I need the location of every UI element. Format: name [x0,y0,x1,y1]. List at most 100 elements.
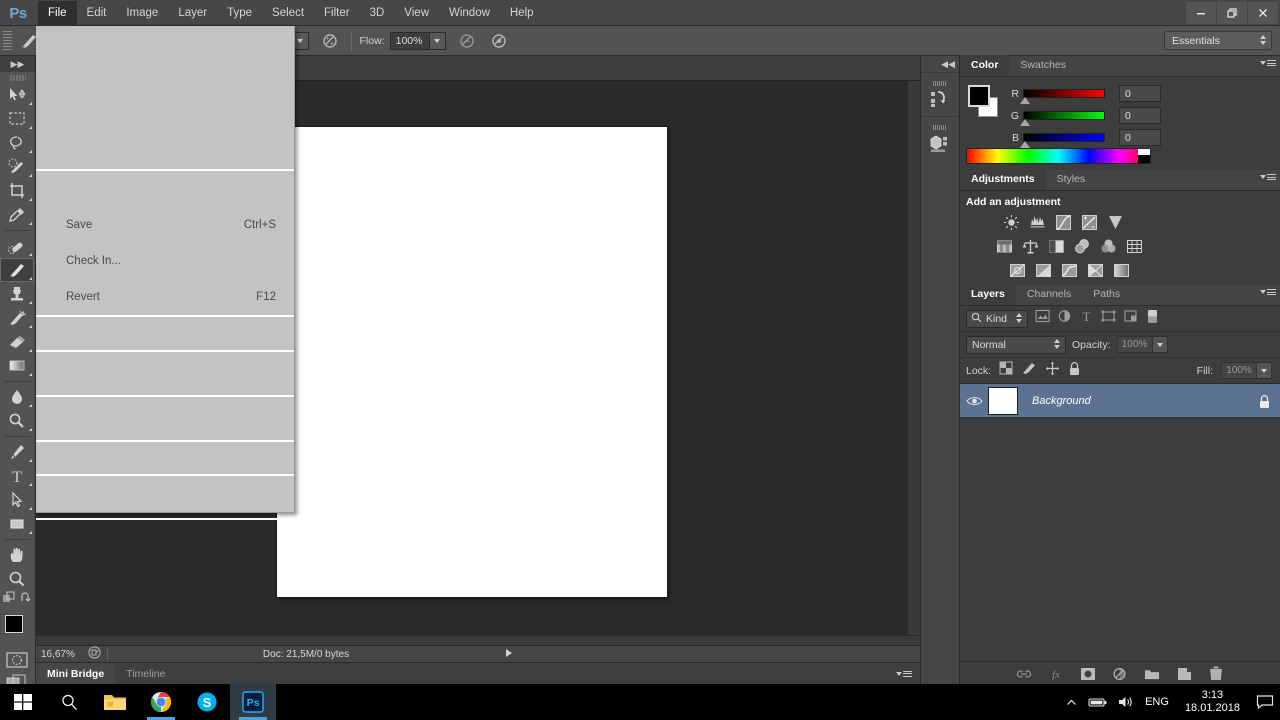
close-button[interactable] [1248,2,1278,24]
pen-tool[interactable] [0,440,34,464]
flow-value[interactable]: 100% [389,31,430,50]
menu-item-revert[interactable]: Revert F12 [36,279,294,315]
menu-type[interactable]: Type [217,1,262,26]
threshold-icon[interactable] [1058,260,1080,281]
levels-icon[interactable] [1026,212,1048,233]
menu-edit[interactable]: Edit [77,1,117,26]
move-tool[interactable] [0,83,34,107]
menu-help[interactable]: Help [500,1,544,26]
windows-start-icon[interactable] [0,684,46,720]
hue-saturation-icon[interactable] [993,236,1015,257]
panel-menu-icon[interactable] [1260,60,1276,66]
clone-stamp-tool[interactable] [0,282,34,306]
file-explorer-icon[interactable] [92,684,138,720]
exposure-icon[interactable] [1078,212,1100,233]
clock[interactable]: 3:13 18.01.2018 [1179,689,1246,715]
red-slider[interactable] [1020,89,1105,104]
options-bar-gripper[interactable] [3,30,12,51]
color-swatches[interactable] [1,613,35,647]
new-adjustment-layer-icon[interactable] [1112,666,1128,682]
gradient-tool[interactable] [0,354,34,378]
notification-icon[interactable] [1256,694,1274,710]
link-layers-icon[interactable] [1016,666,1032,682]
tab-adjustments[interactable]: Adjustments [960,169,1046,190]
menu-window[interactable]: Window [439,1,500,26]
crop-tool[interactable] [0,179,34,203]
speaker-icon[interactable] [1118,695,1135,709]
menu-select[interactable]: Select [262,1,314,26]
file-menu-dropdown[interactable]: Save Ctrl+S Check In... Revert F12 [36,26,295,520]
smart-object-filter-icon[interactable] [1123,309,1138,328]
dodge-tool[interactable] [0,409,34,433]
posterize-icon[interactable] [1032,260,1054,281]
menu-file[interactable]: File [38,0,77,26]
quick-mask-icon[interactable] [0,649,34,671]
curves-icon[interactable] [1052,212,1074,233]
horizontal-type-tool[interactable]: T [0,464,34,488]
skype-icon[interactable]: S [184,684,230,720]
panel-menu-icon[interactable] [1260,174,1276,180]
delete-layer-icon[interactable] [1208,666,1224,682]
lock-transparent-pixels-icon[interactable] [999,361,1013,380]
blue-slider-knob[interactable] [1020,141,1030,148]
blend-mode-stepper-icon[interactable] [1054,338,1060,349]
photo-filter-icon[interactable] [1071,236,1093,257]
search-icon[interactable] [46,684,92,720]
brush-tool[interactable] [0,258,34,282]
menu-filter[interactable]: Filter [314,1,360,26]
double-chevron-right-icon[interactable]: ▶▶ [0,56,35,72]
default-colors-icon[interactable] [20,591,33,609]
path-selection-tool[interactable] [0,488,34,512]
red-value[interactable]: 0 [1119,85,1161,102]
lasso-tool[interactable] [0,131,34,155]
menu-image[interactable]: Image [116,1,168,26]
layer-style-fx-icon[interactable]: fx [1048,666,1064,682]
lock-image-pixels-icon[interactable] [1021,361,1037,380]
layer-kind-stepper-icon[interactable] [1016,312,1022,323]
shape-layer-filter-icon[interactable] [1101,309,1116,328]
zoom-tool[interactable] [0,567,34,591]
add-layer-mask-icon[interactable] [1080,666,1096,682]
rectangle-tool[interactable] [0,512,34,536]
properties-panel-icon[interactable] [921,116,959,160]
photoshop-icon[interactable]: Ps [230,684,276,720]
color-lookup-icon[interactable] [1123,236,1145,257]
tab-layers[interactable]: Layers [960,284,1016,305]
spot-healing-brush-tool[interactable] [0,234,34,258]
foreground-color-swatch[interactable] [968,85,990,107]
lock-all-icon[interactable] [1068,361,1081,381]
language-indicator[interactable]: ENG [1145,696,1169,708]
layer-opacity-dropdown-arrow[interactable] [1152,336,1168,353]
quick-selection-tool[interactable] [0,155,34,179]
menu-item-check-in[interactable]: Check In... [36,243,294,279]
panel-menu-icon[interactable] [896,670,912,677]
tab-color[interactable]: Color [960,55,1010,76]
foreground-color-swatch[interactable] [3,614,24,634]
eraser-tool[interactable] [0,330,34,354]
type-layer-filter-icon[interactable]: T [1079,309,1094,328]
eyedropper-tool[interactable] [0,203,34,227]
layer-opacity-value[interactable]: 100% [1116,336,1153,353]
menu-view[interactable]: View [394,1,439,26]
green-slider-knob[interactable] [1020,119,1030,126]
tab-timeline[interactable]: Timeline [115,663,176,685]
pixel-layer-filter-icon[interactable] [1035,309,1050,328]
tab-styles[interactable]: Styles [1046,169,1097,190]
filter-toggle-icon[interactable] [1147,309,1158,329]
green-slider[interactable] [1020,111,1105,126]
history-brush-tool[interactable] [0,306,34,330]
color-spectrum-ramp[interactable] [966,148,1151,164]
table-row[interactable]: Background [960,384,1280,418]
workspace-stepper-icon[interactable] [1260,35,1266,45]
pressure-opacity-icon[interactable] [486,29,512,53]
layer-name[interactable]: Background [1032,395,1091,407]
blue-slider[interactable] [1020,133,1105,148]
flow-dropdown-arrow[interactable] [429,31,446,50]
menu-item-save[interactable]: Save Ctrl+S [36,207,294,243]
menu-layer[interactable]: Layer [168,1,217,26]
red-slider-knob[interactable] [1020,97,1030,104]
toolbar-gripper[interactable] [9,75,26,81]
adjustment-layer-filter-icon[interactable] [1057,309,1072,328]
black-swatch[interactable] [1138,155,1150,163]
layer-visibility-eye-icon[interactable] [960,395,988,407]
